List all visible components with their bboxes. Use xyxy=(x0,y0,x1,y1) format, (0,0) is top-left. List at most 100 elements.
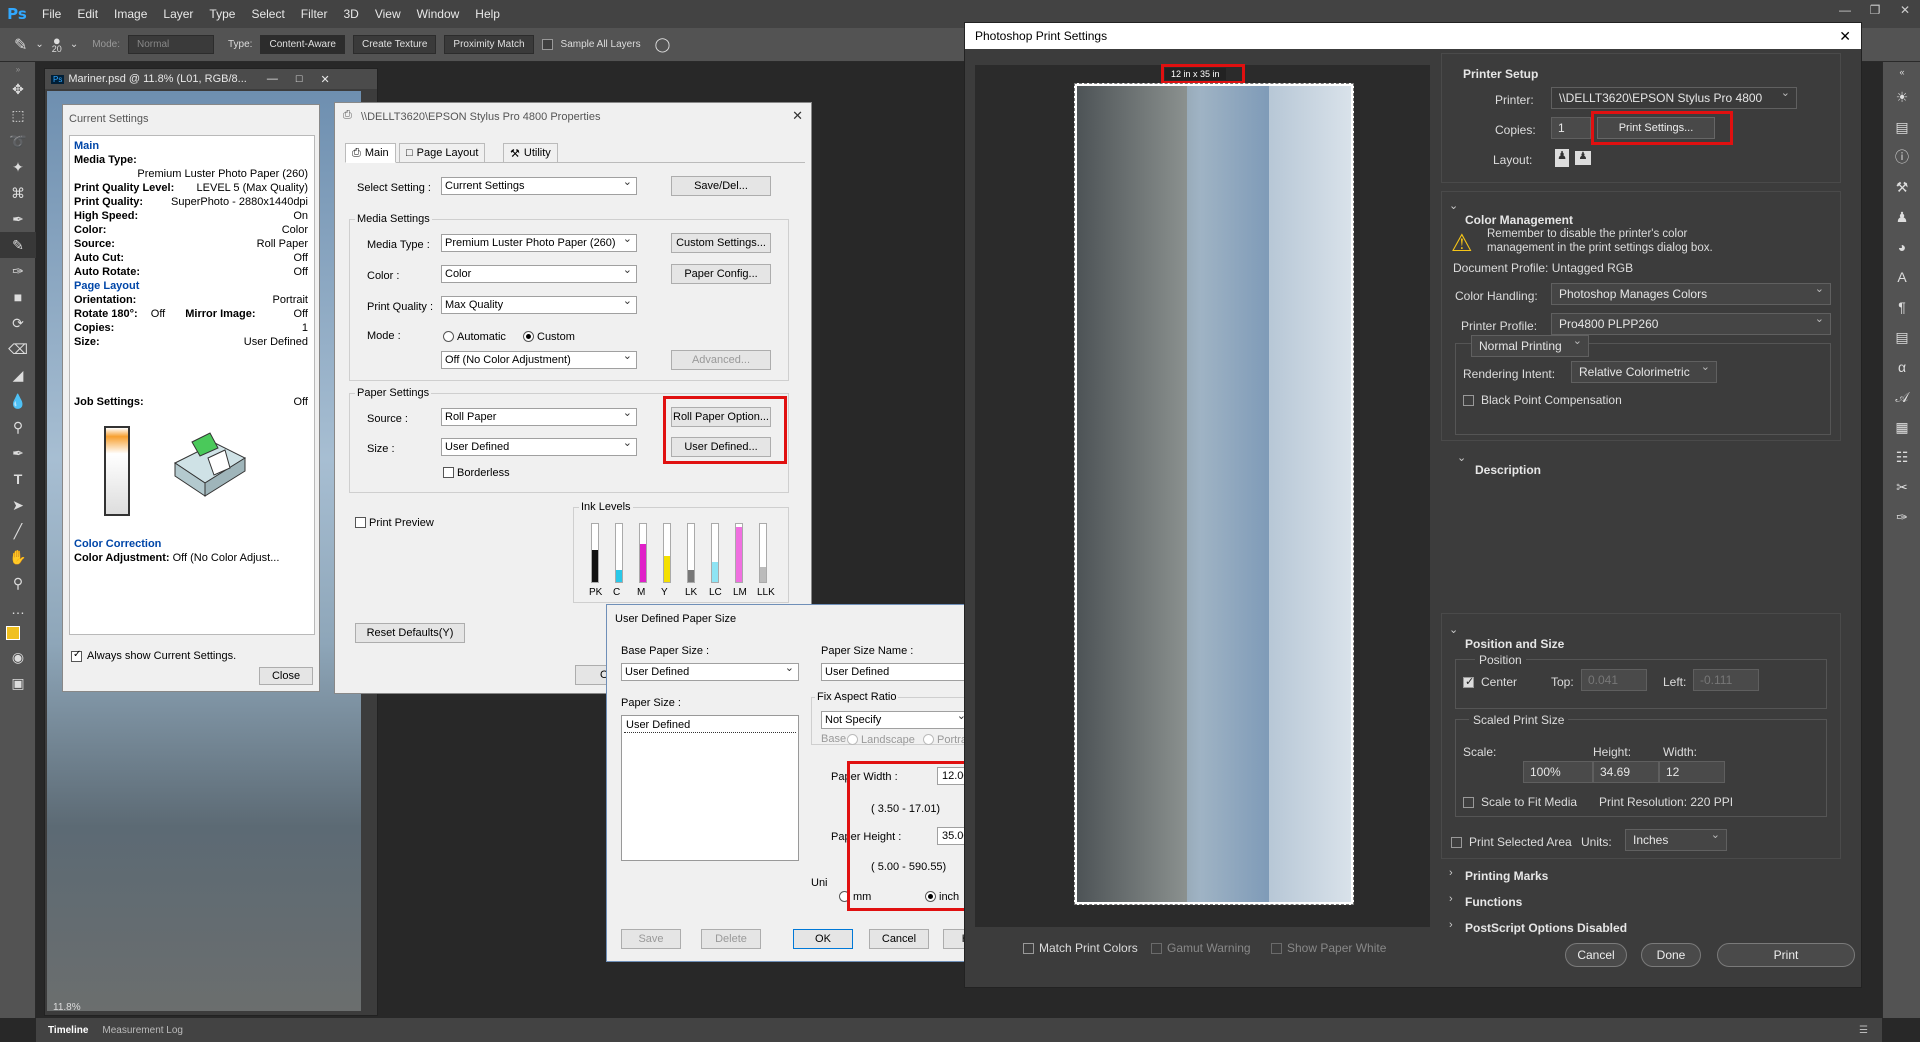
tab-utility[interactable]: ⚒ Utility xyxy=(503,143,558,163)
landscape-radio[interactable] xyxy=(847,734,858,745)
save-del-button[interactable]: Save/Del... xyxy=(671,176,771,196)
always-show-checkbox[interactable] xyxy=(71,649,82,662)
lasso-tool-icon[interactable]: ➰ xyxy=(0,128,36,154)
top-input[interactable]: 0.041 xyxy=(1581,669,1647,691)
normal-printing-dropdown[interactable]: Normal Printing xyxy=(1471,335,1589,357)
ok-button[interactable]: OK xyxy=(793,929,853,949)
menu-image[interactable]: Image xyxy=(106,0,155,28)
info-icon[interactable]: ⓘ xyxy=(1883,142,1920,172)
gradient-tool-icon[interactable]: ◢ xyxy=(0,362,36,388)
foreground-color-swatch[interactable] xyxy=(6,626,20,640)
screen-mode-icon[interactable]: ▣ xyxy=(0,670,36,696)
color-wheel-icon[interactable]: ◕ xyxy=(1883,232,1920,262)
chevron-right-icon[interactable]: › xyxy=(1449,867,1453,879)
advanced-button[interactable]: Advanced... xyxy=(671,350,771,370)
rendering-intent-dropdown[interactable]: Relative Colorimetric xyxy=(1571,361,1717,383)
print-button[interactable]: Print xyxy=(1717,943,1855,967)
printer-profile-dropdown[interactable]: Pro4800 PLPP260 xyxy=(1551,313,1831,335)
gamut-warning-checkbox[interactable] xyxy=(1151,943,1162,954)
type-proximity-match[interactable]: Proximity Match xyxy=(444,35,534,54)
menu-select[interactable]: Select xyxy=(243,0,292,28)
magic-wand-tool-icon[interactable]: ✦ xyxy=(0,154,36,180)
pressure-size-icon[interactable]: ◯ xyxy=(655,36,671,53)
tab-main[interactable]: ⎙ Main xyxy=(345,143,396,163)
restore-icon[interactable]: ❐ xyxy=(1860,0,1890,20)
delete-button[interactable]: Delete xyxy=(701,929,761,949)
match-print-colors-checkbox[interactable] xyxy=(1023,943,1034,954)
mode-automatic-radio[interactable] xyxy=(443,331,454,342)
marquee-tool-icon[interactable]: ⬚ xyxy=(0,102,36,128)
quick-mask-icon[interactable]: ◉ xyxy=(0,644,36,670)
cancel-button[interactable]: Cancel xyxy=(1565,943,1627,967)
chevron-down-icon[interactable]: ⌄ xyxy=(1457,451,1466,464)
copies-input[interactable]: 1 xyxy=(1551,117,1591,139)
notes-icon[interactable]: ☷ xyxy=(1883,442,1920,472)
custom-settings-button[interactable]: Custom Settings... xyxy=(671,233,771,253)
close-icon[interactable]: ✕ xyxy=(1890,0,1920,20)
reset-defaults-button[interactable]: Reset Defaults(Y) xyxy=(355,623,465,643)
close-icon[interactable]: ✕ xyxy=(1839,28,1851,45)
menu-window[interactable]: Window xyxy=(409,0,468,28)
path-selection-tool-icon[interactable]: ➤ xyxy=(0,492,36,518)
print-preview-paper[interactable] xyxy=(1074,83,1354,905)
healing-brush-tool-icon[interactable]: ✎ xyxy=(0,232,36,258)
printer-dropdown[interactable]: \\DELLT3620\EPSON Stylus Pro 4800 xyxy=(1551,87,1797,109)
toolbar-collapse-icon[interactable]: » xyxy=(0,62,36,76)
left-input[interactable]: -0.111 xyxy=(1693,669,1759,691)
scale-input[interactable]: 100% xyxy=(1523,761,1593,783)
functions-heading[interactable]: Functions xyxy=(1465,895,1522,909)
cancel-button[interactable]: Cancel xyxy=(869,929,929,949)
crop-tool-icon[interactable]: ⌘ xyxy=(0,180,36,206)
color-handling-dropdown[interactable]: Photoshop Manages Colors xyxy=(1551,283,1831,305)
printing-marks-heading[interactable]: Printing Marks xyxy=(1465,869,1548,883)
height-input[interactable]: 34.69 xyxy=(1593,761,1659,783)
move-tool-icon[interactable]: ✥ xyxy=(0,76,36,102)
postscript-heading[interactable]: PostScript Options Disabled xyxy=(1465,921,1627,935)
paragraph-icon[interactable]: ¶ xyxy=(1883,292,1920,322)
print-selected-area-checkbox[interactable] xyxy=(1451,837,1462,848)
clone-stamp-tool-icon[interactable]: ■ xyxy=(0,284,36,310)
done-button[interactable]: Done xyxy=(1641,943,1701,967)
chevron-down-icon[interactable]: ⌄ xyxy=(35,39,43,50)
close-button[interactable]: Close xyxy=(259,667,313,685)
type-content-aware[interactable]: Content-Aware xyxy=(260,35,345,54)
tab-timeline[interactable]: Timeline xyxy=(48,1025,88,1036)
fix-aspect-dropdown[interactable]: Not Specify xyxy=(821,711,971,729)
description-heading[interactable]: Description xyxy=(1475,463,1541,477)
chevron-right-icon[interactable]: › xyxy=(1449,919,1453,931)
brush-preset-picker[interactable]: ● 20 xyxy=(52,34,62,54)
portrait-radio[interactable] xyxy=(923,734,934,745)
hand-tool-icon[interactable]: ✋ xyxy=(0,544,36,570)
color-adjustment-dropdown[interactable]: Off (No Color Adjustment) xyxy=(441,351,637,369)
dodge-tool-icon[interactable]: ⚲ xyxy=(0,414,36,440)
color-dropdown[interactable]: Color xyxy=(441,265,637,283)
portrait-layout-icon[interactable]: ♟ xyxy=(1555,149,1569,167)
chevron-right-icon[interactable]: › xyxy=(1449,893,1453,905)
tab-page-layout[interactable]: □ Page Layout xyxy=(399,143,486,163)
histogram-icon[interactable]: ▤ xyxy=(1883,112,1920,142)
mode-select[interactable]: Normal xyxy=(128,35,214,54)
menu-type[interactable]: Type xyxy=(201,0,243,28)
chevron-down-icon[interactable]: ⌄ xyxy=(1449,199,1458,212)
eyedropper-tool-icon[interactable]: ✒ xyxy=(0,206,36,232)
base-paper-size-dropdown[interactable]: User Defined xyxy=(621,663,799,681)
minimize-icon[interactable]: — xyxy=(1830,0,1860,20)
black-point-checkbox[interactable] xyxy=(1463,395,1474,406)
panel-menu-icon[interactable]: ☰ xyxy=(1859,1025,1868,1036)
tool-presets-icon[interactable]: ⚒ xyxy=(1883,172,1920,202)
brush-settings-icon[interactable]: ✑ xyxy=(1883,502,1920,532)
sample-all-layers-checkbox[interactable] xyxy=(541,39,553,50)
glyphs-icon[interactable]: α xyxy=(1883,352,1920,382)
media-type-dropdown[interactable]: Premium Luster Photo Paper (260) xyxy=(441,234,637,252)
menu-filter[interactable]: Filter xyxy=(293,0,336,28)
color-swatches[interactable] xyxy=(0,622,36,644)
select-setting-dropdown[interactable]: Current Settings xyxy=(441,177,637,195)
borderless-checkbox[interactable] xyxy=(443,467,454,478)
people-icon[interactable]: ♟ xyxy=(1883,202,1920,232)
library-icon[interactable]: ▦ xyxy=(1883,412,1920,442)
menu-file[interactable]: File xyxy=(34,0,69,28)
width-input[interactable]: 12 xyxy=(1659,761,1725,783)
print-quality-dropdown[interactable]: Max Quality xyxy=(441,296,637,314)
more-tools-icon[interactable]: … xyxy=(0,596,36,622)
pen-tool-icon[interactable]: ✒ xyxy=(0,440,36,466)
